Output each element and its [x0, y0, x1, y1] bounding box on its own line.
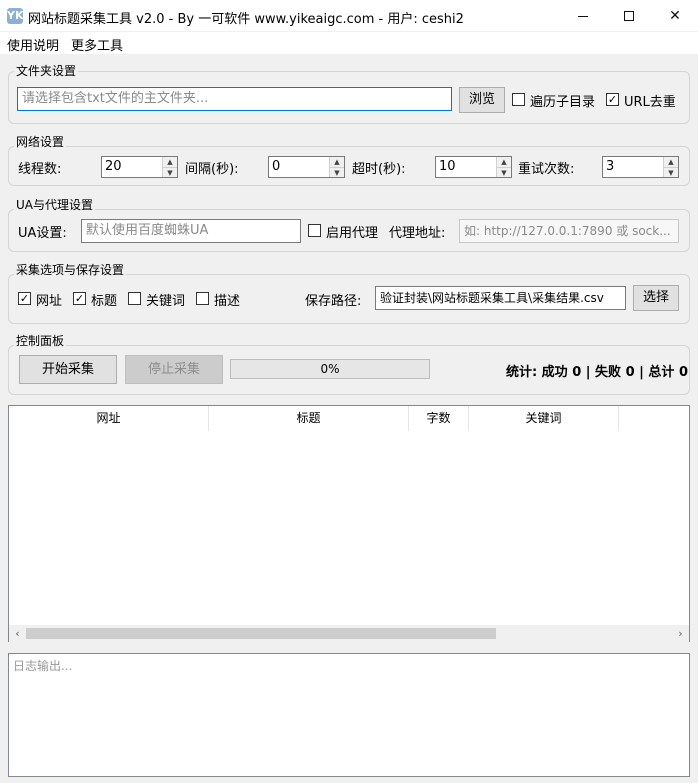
proxy-enable-label: 启用代理 — [326, 226, 379, 241]
option-description-checkbox[interactable] — [196, 292, 209, 305]
app-icon: YK — [7, 8, 24, 24]
spin-up-icon[interactable]: ▲ — [497, 157, 511, 167]
start-button[interactable]: 开始采集 — [19, 355, 117, 384]
ua-input[interactable]: 默认使用百度蜘蛛UA — [81, 219, 301, 243]
option-url-label: 网址 — [36, 294, 63, 309]
option-url-checkbox[interactable]: ✓ — [18, 292, 31, 305]
dedupe-label: URL去重 — [624, 95, 676, 110]
save-path-value: 验证封装\网站标题采集工具\采集结果.csv — [380, 291, 604, 305]
interval-label: 间隔(秒): — [185, 162, 239, 177]
option-keywords-checkbox[interactable] — [128, 292, 141, 305]
recursive-checkbox[interactable] — [512, 93, 525, 106]
column-header-url[interactable]: 网址 — [9, 406, 209, 431]
network-settings-title: 网络设置 — [14, 133, 67, 150]
horizontal-scrollbar[interactable]: ‹ › — [9, 625, 689, 642]
option-title-checkbox[interactable]: ✓ — [73, 292, 86, 305]
retry-label: 重试次数: — [518, 162, 575, 177]
menu-bar: 使用说明 更多工具 — [0, 32, 698, 54]
column-header-length[interactable]: 字数 — [409, 406, 469, 431]
table-header: 网址 标题 字数 关键词 — [9, 406, 689, 431]
scroll-left-icon[interactable]: ‹ — [9, 625, 26, 642]
log-output[interactable]: 日志输出... — [8, 653, 690, 777]
threads-label: 线程数: — [18, 162, 62, 177]
spin-up-icon[interactable]: ▲ — [330, 157, 344, 167]
option-title-label: 标题 — [91, 294, 118, 309]
maximize-button[interactable] — [606, 0, 652, 32]
save-path-input[interactable]: 验证封装\网站标题采集工具\采集结果.csv — [375, 286, 626, 310]
interval-stepper[interactable]: 0 ▲ ▼ — [268, 156, 345, 178]
check-icon: ✓ — [607, 93, 618, 106]
maximize-icon — [624, 11, 634, 21]
proxy-address-input[interactable]: 如: http://127.0.0.1:7890 或 sock... — [459, 219, 679, 243]
close-icon: ✕ — [669, 8, 681, 24]
progress-bar: 0% — [230, 359, 430, 379]
scrollbar-thumb[interactable] — [26, 628, 496, 639]
minimize-icon — [578, 15, 588, 17]
window-title: 网站标题采集工具 v2.0 - By 一可软件 www.yikeaigc.com… — [28, 12, 464, 27]
close-button[interactable]: ✕ — [652, 0, 698, 32]
title-bar[interactable]: YK 网站标题采集工具 v2.0 - By 一可软件 www.yikeaigc.… — [0, 0, 698, 32]
folder-settings-title: 文件夹设置 — [14, 62, 79, 79]
stats-text: 统计: 成功 0 | 失败 0 | 总计 0 — [505, 365, 688, 380]
spin-down-icon[interactable]: ▼ — [664, 167, 678, 177]
option-description-label: 描述 — [214, 294, 241, 309]
browse-button[interactable]: 浏览 — [459, 87, 505, 113]
retry-stepper[interactable]: 3 ▲ ▼ — [602, 156, 679, 178]
interval-value: 0 — [272, 159, 281, 174]
spin-up-icon[interactable]: ▲ — [664, 157, 678, 167]
choose-path-button[interactable]: 选择 — [633, 285, 679, 311]
results-table[interactable]: 网址 标题 字数 关键词 ‹ › — [8, 405, 690, 642]
threads-stepper[interactable]: 20 ▲ ▼ — [101, 156, 178, 178]
ua-label: UA设置: — [18, 226, 67, 241]
minimize-button[interactable] — [560, 0, 606, 32]
dedupe-checkbox[interactable]: ✓ — [606, 93, 619, 106]
timeout-value: 10 — [439, 159, 456, 174]
menu-item-usage[interactable]: 使用说明 — [7, 35, 59, 54]
proxy-address-label: 代理地址: — [389, 226, 446, 241]
timeout-stepper[interactable]: 10 ▲ ▼ — [435, 156, 512, 178]
scroll-right-icon[interactable]: › — [672, 625, 689, 642]
save-path-label: 保存路径: — [305, 294, 362, 309]
spin-down-icon[interactable]: ▼ — [163, 167, 177, 177]
recursive-label: 遍历子目录 — [530, 95, 596, 110]
log-placeholder: 日志输出... — [13, 659, 73, 673]
option-keywords-label: 关键词 — [146, 294, 186, 309]
check-icon: ✓ — [19, 292, 30, 305]
column-header-title[interactable]: 标题 — [209, 406, 409, 431]
check-icon: ✓ — [74, 292, 85, 305]
threads-value: 20 — [105, 159, 122, 174]
timeout-label: 超时(秒): — [352, 162, 406, 177]
progress-text: 0% — [320, 362, 340, 376]
collect-options-title: 采集选项与保存设置 — [14, 261, 127, 278]
column-header-keywords[interactable]: 关键词 — [469, 406, 619, 431]
spin-down-icon[interactable]: ▼ — [497, 167, 511, 177]
control-panel-title: 控制面板 — [14, 332, 67, 349]
retry-value: 3 — [606, 159, 615, 174]
proxy-enable-checkbox[interactable] — [308, 224, 321, 237]
spin-down-icon[interactable]: ▼ — [330, 167, 344, 177]
menu-item-more-tools[interactable]: 更多工具 — [71, 35, 123, 54]
stop-button[interactable]: 停止采集 — [125, 355, 223, 384]
folder-path-input[interactable]: 请选择包含txt文件的主文件夹... — [17, 87, 452, 111]
ua-proxy-title: UA与代理设置 — [14, 196, 95, 213]
spin-up-icon[interactable]: ▲ — [163, 157, 177, 167]
